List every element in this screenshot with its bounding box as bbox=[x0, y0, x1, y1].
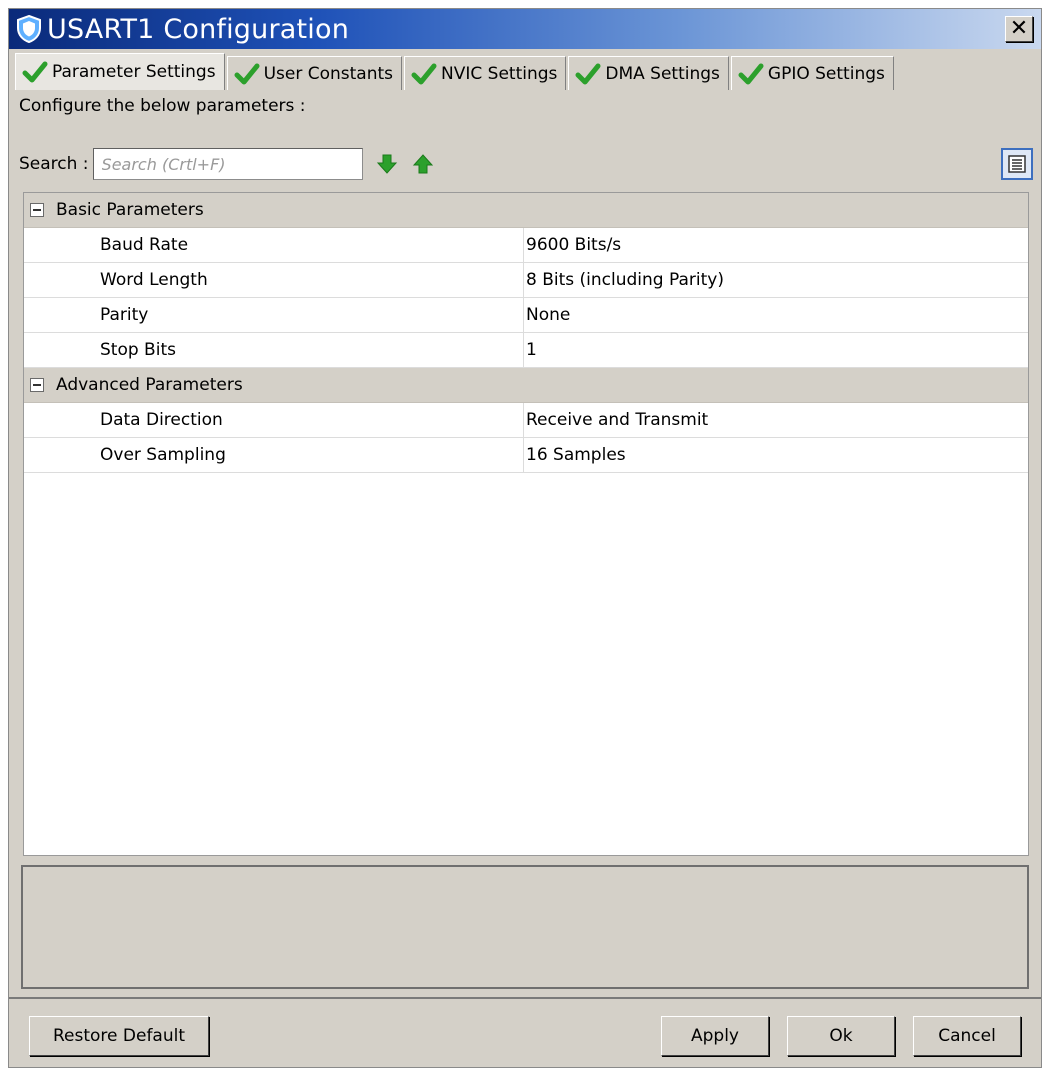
param-row-word-length[interactable]: Word Length 8 Bits (including Parity) bbox=[24, 263, 1028, 298]
param-value[interactable]: 16 Samples bbox=[524, 438, 1028, 472]
check-icon bbox=[22, 61, 48, 83]
check-icon bbox=[411, 63, 437, 84]
check-icon bbox=[575, 63, 601, 84]
tab-user-constants[interactable]: User Constants bbox=[226, 56, 403, 90]
ok-button[interactable]: Ok bbox=[787, 1016, 895, 1056]
collapse-icon[interactable] bbox=[30, 203, 44, 217]
param-name: Baud Rate bbox=[24, 228, 524, 262]
tab-label: NVIC Settings bbox=[441, 63, 558, 84]
footer-divider bbox=[9, 997, 1041, 999]
tab-gpio-settings[interactable]: GPIO Settings bbox=[730, 56, 894, 90]
check-icon bbox=[738, 63, 764, 84]
param-row-stop-bits[interactable]: Stop Bits 1 bbox=[24, 333, 1028, 368]
arrow-down-icon bbox=[376, 154, 397, 174]
param-row-baud-rate[interactable]: Baud Rate 9600 Bits/s bbox=[24, 228, 1028, 263]
close-button[interactable]: ✕ bbox=[1005, 16, 1033, 42]
window-title: USART1 Configuration bbox=[47, 13, 350, 45]
restore-default-button[interactable]: Restore Default bbox=[29, 1016, 209, 1056]
view-toggle-button[interactable] bbox=[1001, 148, 1033, 180]
tab-parameter-settings[interactable]: Parameter Settings bbox=[15, 53, 225, 90]
tab-label: DMA Settings bbox=[605, 63, 720, 84]
apply-button[interactable]: Apply bbox=[661, 1016, 769, 1056]
param-value[interactable]: 8 Bits (including Parity) bbox=[524, 263, 1028, 297]
param-row-over-sampling[interactable]: Over Sampling 16 Samples bbox=[24, 438, 1028, 473]
search-next-button[interactable] bbox=[375, 152, 399, 176]
arrow-up-icon bbox=[412, 154, 433, 174]
group-title: Advanced Parameters bbox=[56, 375, 243, 395]
parameter-grid: Basic Parameters Baud Rate 9600 Bits/s W… bbox=[23, 192, 1029, 856]
close-icon: ✕ bbox=[1009, 16, 1029, 41]
shield-icon bbox=[17, 15, 41, 43]
group-title: Basic Parameters bbox=[56, 200, 204, 220]
param-name: Data Direction bbox=[24, 403, 524, 437]
tab-dma-settings[interactable]: DMA Settings bbox=[568, 56, 729, 90]
group-basic-parameters[interactable]: Basic Parameters bbox=[24, 193, 1028, 228]
pane-description: Configure the below parameters : bbox=[19, 96, 306, 116]
param-row-data-direction[interactable]: Data Direction Receive and Transmit bbox=[24, 403, 1028, 438]
param-value[interactable]: Receive and Transmit bbox=[524, 403, 1028, 437]
list-view-icon bbox=[1008, 155, 1026, 173]
param-name: Over Sampling bbox=[24, 438, 524, 472]
tab-bar: Parameter Settings User Constants NVIC S… bbox=[15, 52, 896, 90]
title-bar[interactable]: USART1 Configuration ✕ bbox=[9, 9, 1041, 49]
param-name: Stop Bits bbox=[24, 333, 524, 367]
param-row-parity[interactable]: Parity None bbox=[24, 298, 1028, 333]
tab-label: GPIO Settings bbox=[767, 63, 885, 84]
param-name: Parity bbox=[24, 298, 524, 332]
collapse-icon[interactable] bbox=[30, 378, 44, 392]
search-label: Search : bbox=[19, 154, 89, 174]
search-input[interactable] bbox=[92, 148, 363, 180]
tab-nvic-settings[interactable]: NVIC Settings bbox=[404, 56, 567, 90]
group-advanced-parameters[interactable]: Advanced Parameters bbox=[24, 368, 1028, 403]
config-dialog: USART1 Configuration ✕ Parameter Setting… bbox=[8, 8, 1042, 1068]
search-bar: Search : bbox=[19, 145, 1035, 183]
search-previous-button[interactable] bbox=[411, 152, 435, 176]
param-name: Word Length bbox=[24, 263, 524, 297]
tab-label: Parameter Settings bbox=[52, 62, 216, 82]
check-icon bbox=[234, 63, 260, 84]
tab-label: User Constants bbox=[263, 63, 394, 84]
param-value[interactable]: 1 bbox=[524, 333, 1028, 367]
param-value[interactable]: 9600 Bits/s bbox=[524, 228, 1028, 262]
parameter-description-panel bbox=[21, 865, 1029, 989]
param-value[interactable]: None bbox=[524, 298, 1028, 332]
cancel-button[interactable]: Cancel bbox=[913, 1016, 1021, 1056]
